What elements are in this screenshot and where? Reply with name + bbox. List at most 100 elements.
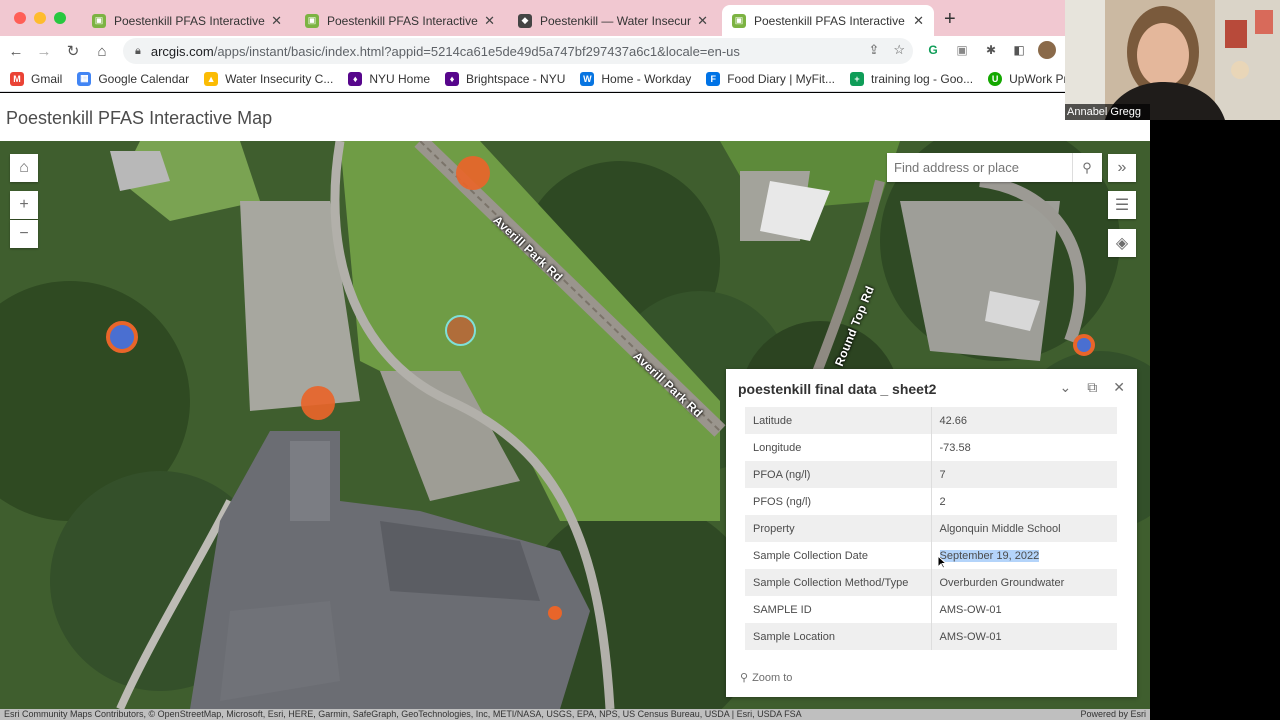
tab-title: Poestenkill — Water Insecurity <box>540 13 692 28</box>
forward-arrow-icon[interactable]: → <box>34 41 54 61</box>
nyu-torch-icon: ♦ <box>348 71 363 86</box>
zoom-out-button[interactable]: − <box>10 220 38 248</box>
selected-date-text[interactable]: September 19, 2022 <box>939 549 1040 562</box>
sample-marker[interactable] <box>1073 334 1095 356</box>
collapse-chevron-icon[interactable]: ⌄ <box>1060 379 1072 396</box>
nyu-torch-icon: ♦ <box>445 71 460 86</box>
close-icon[interactable]: ✕ <box>1113 379 1125 396</box>
attribute-table: Latitude 42.66 Longitude -73.58 PFOA (ng/l… <box>745 407 1117 650</box>
share-icon[interactable]: ⇪ <box>868 42 879 58</box>
bookmark-nyu-home[interactable]: ♦ NYU Home <box>348 71 431 86</box>
url-path: /apps/instant/basic/index.html?appid=521… <box>213 43 740 59</box>
sample-marker[interactable] <box>456 156 490 190</box>
home-icon[interactable]: ⌂ <box>92 41 112 61</box>
bookmark-label: Food Diary | MyFit... <box>727 71 836 86</box>
gmail-icon: M <box>10 71 24 86</box>
legend-list-icon[interactable]: ☰ <box>1108 191 1136 219</box>
table-row: SAMPLE ID AMS-OW-01 <box>745 596 1117 623</box>
attribute-value-cell: September 19, 2022 <box>931 542 1117 569</box>
attribute-value: AMS-OW-01 <box>931 623 1117 650</box>
bookmark-label: Brightspace - NYU <box>466 71 566 86</box>
upwork-icon: U <box>988 71 1003 86</box>
attribution-text: Esri Community Maps Contributors, © Open… <box>4 709 802 719</box>
url-host: arcgis.com <box>150 43 214 59</box>
attribute-key: Sample Location <box>745 623 932 650</box>
bookmark-label: Gmail <box>31 71 63 86</box>
attribute-value: 2 <box>939 495 946 508</box>
browser-tab[interactable]: ▣ Poestenkill PFAS Interactive Map ✕ <box>295 5 505 36</box>
sample-marker[interactable] <box>106 321 138 353</box>
app-header: Poestenkill PFAS Interactive Map <box>0 93 1150 141</box>
bookmark-food-diary[interactable]: F Food Diary | MyFit... <box>706 71 836 86</box>
sample-marker[interactable] <box>301 386 335 420</box>
bookmarks-bar: M Gmail ▦ Google Calendar ▲ Water Insecurit… <box>0 66 1150 92</box>
attribute-key: PFOS (ng/l) <box>745 488 932 515</box>
maximize-window-button[interactable] <box>54 12 66 24</box>
zoom-in-button[interactable]: + <box>10 191 38 219</box>
home-extent-button[interactable]: ⌂ <box>10 154 38 182</box>
extension-icon[interactable]: ▣ <box>953 41 971 59</box>
reload-icon[interactable]: ↻ <box>63 41 83 61</box>
bookmark-training-log[interactable]: + training log - Goo... <box>850 71 973 86</box>
zoom-to-label: Zoom to <box>752 671 793 684</box>
bookmark-workday[interactable]: W Home - Workday <box>580 71 691 86</box>
attribute-value: -73.58 <box>939 441 971 454</box>
selected-sample-marker[interactable] <box>445 315 476 346</box>
browser-tab-active[interactable]: ▣ Poestenkill PFAS Interactive Map ✕ <box>722 5 934 36</box>
address-bar[interactable]: 🔒︎ arcgis.com/apps/instant/basic/index.h… <box>123 38 913 64</box>
browser-tab-bar: ▣ Poestenkill PFAS Interactive Map ✕ ▣ P… <box>0 0 1150 36</box>
close-tab-icon[interactable]: ✕ <box>697 13 708 29</box>
table-row: PFOA (ng/l) 7 <box>745 461 1117 488</box>
mouse-cursor-icon <box>937 555 947 569</box>
attribute-key: Sample Collection Date <box>745 542 932 569</box>
puzzle-extensions-icon[interactable]: ✱ <box>982 41 1000 59</box>
browser-tab[interactable]: ▣ Poestenkill PFAS Interactive Map ✕ <box>82 5 292 36</box>
webcam-image <box>1065 0 1280 120</box>
bookmark-label: NYU Home <box>369 71 431 86</box>
table-row: Latitude 42.66 <box>745 407 1117 434</box>
grammarly-extension-icon[interactable]: G <box>924 41 942 59</box>
map-attribution: Esri Community Maps Contributors, © Open… <box>0 709 1150 720</box>
table-row: Sample Collection Date September 19, 2022 <box>745 542 1117 569</box>
attribute-value: Algonquin Middle School <box>931 515 1117 542</box>
zoom-to-button[interactable]: ⚲ Zoom to <box>740 671 793 685</box>
magnifier-icon: ⚲ <box>740 672 749 684</box>
bookmark-label: Water Insecurity C... <box>225 71 334 86</box>
back-arrow-icon[interactable]: ← <box>6 41 26 61</box>
browser-tab[interactable]: ◆ Poestenkill — Water Insecurity ✕ <box>508 5 718 36</box>
close-window-button[interactable] <box>14 12 26 24</box>
bookmark-brightspace[interactable]: ♦ Brightspace - NYU <box>445 71 566 86</box>
attribute-value: 7 <box>931 461 1117 488</box>
lock-icon: 🔒︎ <box>135 44 141 57</box>
page-title: Poestenkill PFAS Interactive Map <box>6 108 273 128</box>
attribute-value: Overburden Groundwater <box>931 569 1117 596</box>
attribute-value: AMS-OW-01 <box>939 603 1002 616</box>
powered-by-esri[interactable]: Powered by Esri <box>1080 709 1146 720</box>
attribute-key: Longitude <box>745 434 932 461</box>
layers-icon[interactable]: ◈ <box>1108 229 1136 257</box>
minimize-window-button[interactable] <box>34 12 46 24</box>
search-icon[interactable]: ⚲ <box>1072 153 1101 182</box>
table-row: PFOS (ng/l) 2 <box>745 488 1117 515</box>
attribute-key: Sample Collection Method/Type <box>745 569 932 596</box>
cube-icon: ◆ <box>518 13 532 28</box>
green-app-icon: ▣ <box>732 13 746 28</box>
sample-marker[interactable] <box>548 606 562 620</box>
bookmark-google-calendar[interactable]: ▦ Google Calendar <box>77 71 189 86</box>
new-tab-icon[interactable]: + <box>944 8 956 31</box>
search-widget: ⚲ <box>887 153 1102 182</box>
calendar-icon: ▦ <box>77 71 92 86</box>
expand-panel-icon[interactable]: » <box>1108 154 1136 182</box>
bookmark-gmail[interactable]: M Gmail <box>10 71 63 86</box>
bookmark-star-icon[interactable]: ☆ <box>893 42 905 58</box>
search-input[interactable] <box>887 154 1072 181</box>
dock-icon[interactable]: ⧉ <box>1087 379 1097 396</box>
sidebar-icon[interactable]: ◧ <box>1010 41 1028 59</box>
close-tab-icon[interactable]: ✕ <box>913 13 924 29</box>
drive-icon: ▲ <box>204 71 219 86</box>
bookmark-water-insecurity[interactable]: ▲ Water Insecurity C... <box>204 71 334 86</box>
close-tab-icon[interactable]: ✕ <box>271 13 282 29</box>
profile-avatar[interactable] <box>1038 41 1056 59</box>
attribute-value: 42.66 <box>931 407 1117 434</box>
close-tab-icon[interactable]: ✕ <box>484 13 495 29</box>
